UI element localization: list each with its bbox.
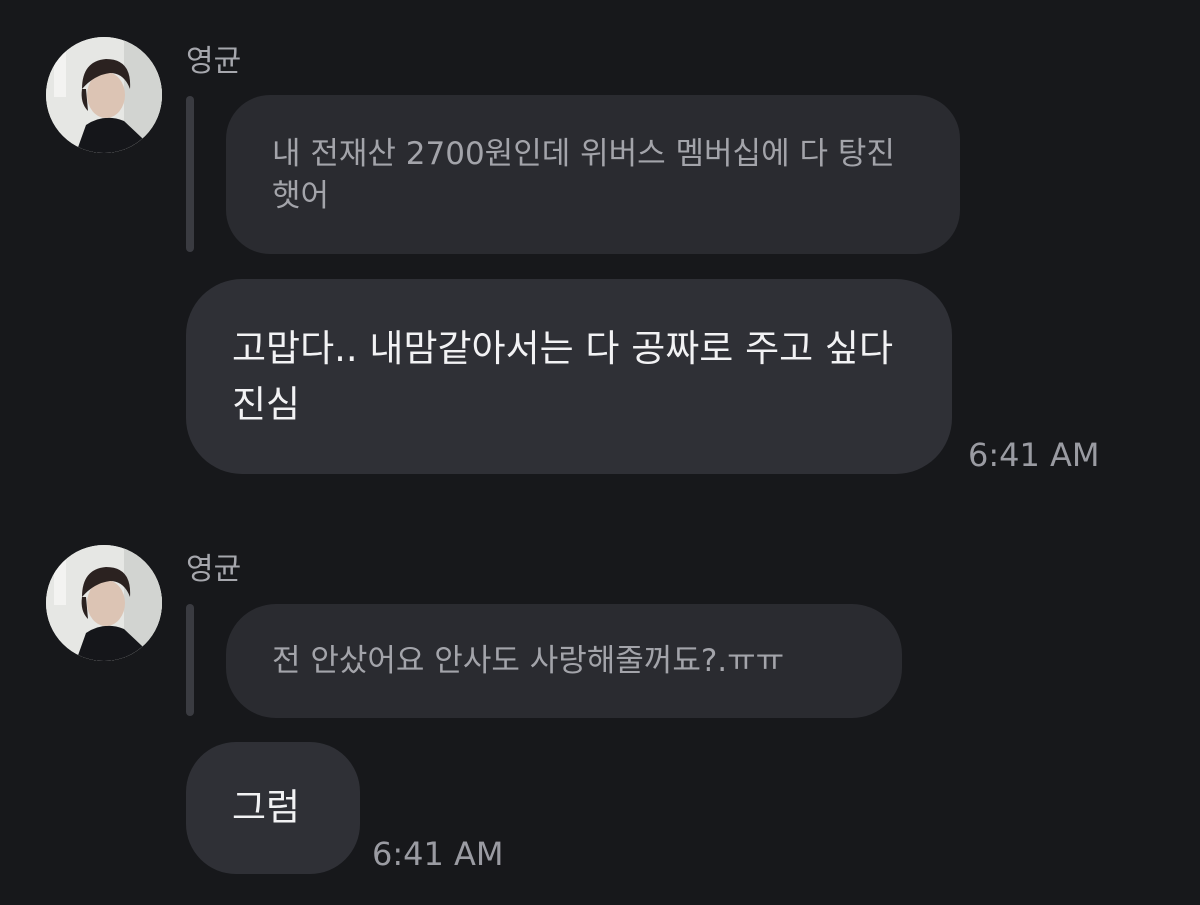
message-timestamp: 6:41 AM	[372, 835, 504, 873]
quote-bar	[186, 604, 194, 716]
message-text: 고맙다.. 내맘같아서는 다 공짜로 주고 싶다 진심	[232, 326, 894, 426]
quoted-message-text: 내 전재산 2700원인데 위버스 멤버십에 다 탕진햇어	[272, 135, 895, 214]
quote-bar	[186, 96, 194, 252]
quoted-message-text: 전 안샀어요 안사도 사랑해줄꺼됴?.ㅠㅠ	[272, 643, 785, 679]
avatar[interactable]	[46, 545, 162, 661]
message-bubble[interactable]: 그럼	[186, 742, 360, 874]
message-group: 영균 전 안샀어요 안사도 사랑해줄꺼됴?.ㅠㅠ 그럼 6:41 AM	[0, 520, 1200, 905]
avatar-photo	[46, 545, 162, 661]
quoted-message[interactable]: 전 안샀어요 안사도 사랑해줄꺼됴?.ㅠㅠ	[226, 604, 902, 718]
message-group: 영균 내 전재산 2700원인데 위버스 멤버십에 다 탕진햇어 고맙다.. 내…	[0, 0, 1200, 500]
message-text: 그럼	[232, 786, 301, 829]
quoted-message[interactable]: 내 전재산 2700원인데 위버스 멤버십에 다 탕진햇어	[226, 95, 960, 254]
sender-name: 영균	[186, 44, 242, 79]
avatar-photo	[46, 37, 162, 153]
avatar[interactable]	[46, 37, 162, 153]
sender-name: 영균	[186, 552, 242, 587]
message-timestamp: 6:41 AM	[968, 436, 1100, 474]
message-bubble[interactable]: 고맙다.. 내맘같아서는 다 공짜로 주고 싶다 진심	[186, 279, 952, 474]
